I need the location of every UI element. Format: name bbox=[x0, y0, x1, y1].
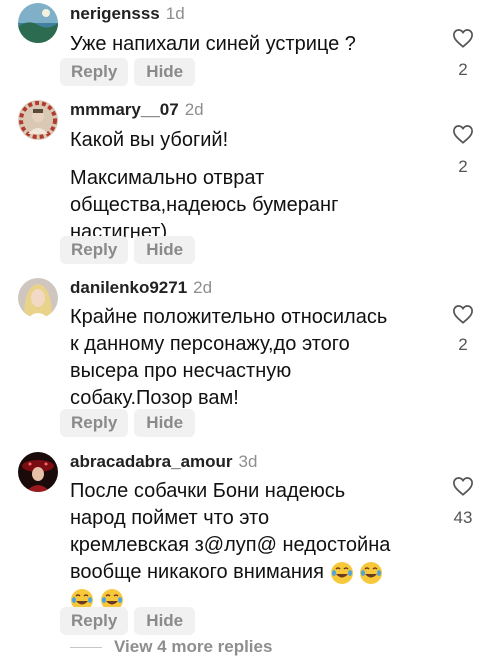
avatar[interactable] bbox=[18, 452, 58, 492]
comment-line: общества,надеюсь бумеранг bbox=[70, 194, 339, 216]
comment-line: Какой вы убогий! bbox=[70, 129, 229, 151]
username[interactable]: abracadabra_amour bbox=[70, 452, 233, 471]
heart-outline-icon bbox=[453, 125, 473, 144]
comment-line: собаку.Позор вам! bbox=[70, 387, 239, 409]
comment-text: Уже напихали синей устрице ? bbox=[70, 31, 410, 58]
view-more-label: View 4 more replies bbox=[114, 637, 273, 656]
reply-button[interactable]: Reply bbox=[60, 409, 129, 437]
username[interactable]: nerigensss bbox=[70, 4, 160, 23]
comment-text: Какой вы убогий! Максимально отврат обще… bbox=[70, 127, 410, 246]
heart-outline-icon bbox=[453, 305, 473, 324]
reply-button[interactable]: Reply bbox=[60, 236, 129, 264]
face-with-tears-of-joy-icon bbox=[330, 561, 353, 584]
heart-outline-icon bbox=[453, 477, 473, 496]
heart-outline-icon bbox=[453, 29, 473, 48]
hide-button[interactable]: Hide bbox=[134, 58, 196, 86]
face-with-tears-of-joy-icon bbox=[360, 561, 383, 584]
timestamp: 1d bbox=[165, 4, 185, 23]
hide-button[interactable]: Hide bbox=[134, 607, 196, 635]
comment-text: После собачки Бони надеюсь народ поймет … bbox=[70, 478, 410, 613]
comment-line-text: кремлевская з@луп@ недостойна bbox=[70, 534, 391, 556]
timestamp: 2d bbox=[193, 278, 213, 297]
reply-button[interactable]: Reply bbox=[60, 58, 129, 86]
like-button[interactable] bbox=[448, 304, 478, 324]
comment-line: высера про несчастную bbox=[70, 360, 292, 382]
like-count: 2 bbox=[458, 157, 468, 176]
like-button[interactable] bbox=[448, 124, 478, 144]
avatar[interactable] bbox=[18, 100, 58, 140]
like-count: 43 bbox=[453, 508, 473, 527]
comment-line: После собачки Бони надеюсь bbox=[70, 480, 346, 502]
avatar[interactable] bbox=[18, 278, 58, 318]
comment-text: Крайне положительно относилась к данному… bbox=[70, 304, 410, 412]
comment-line: к данному персонажу,до этого bbox=[70, 333, 350, 355]
reply-button[interactable]: Reply bbox=[60, 607, 129, 635]
comment-line: кремлевская з@луп@ недостойна bbox=[70, 532, 410, 559]
timestamp: 2d bbox=[184, 100, 204, 119]
comment-line-text: вообще никакого внимания bbox=[70, 561, 324, 583]
divider-line bbox=[70, 646, 102, 648]
like-button[interactable] bbox=[448, 28, 478, 48]
comment-line: народ поймет что это bbox=[70, 507, 270, 529]
comment-line: Максимально отврат bbox=[70, 167, 265, 189]
hide-button[interactable]: Hide bbox=[134, 409, 196, 437]
username[interactable]: mmmary__07 bbox=[70, 100, 179, 119]
comment-line: Крайне положительно относилась bbox=[70, 306, 388, 328]
comment-line: Уже напихали синей устрице ? bbox=[70, 33, 356, 55]
like-button[interactable] bbox=[448, 476, 478, 496]
comment-line: вообще никакого внимания bbox=[70, 559, 410, 586]
view-more-replies-button[interactable]: View 4 more replies bbox=[70, 637, 272, 657]
hide-button[interactable]: Hide bbox=[134, 236, 196, 264]
username[interactable]: danilenko9271 bbox=[70, 278, 187, 297]
like-count: 2 bbox=[458, 60, 468, 79]
avatar[interactable] bbox=[18, 3, 58, 43]
like-count: 2 bbox=[458, 335, 468, 354]
timestamp: 3d bbox=[238, 452, 258, 471]
